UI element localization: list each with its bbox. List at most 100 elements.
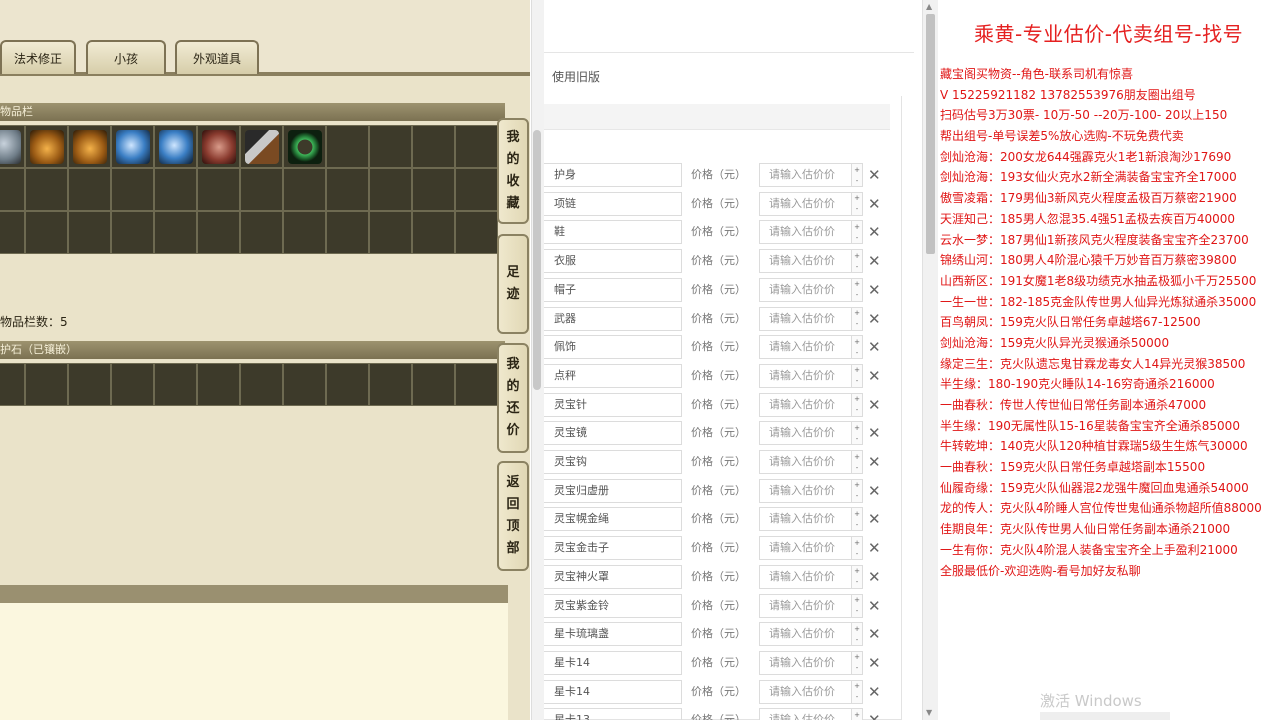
delete-icon[interactable]: ✕ [868,536,881,560]
amulet-slot[interactable] [240,363,283,406]
price-input[interactable]: 请输入估价价 [759,191,855,216]
price-stepper[interactable]: +- [851,478,863,503]
price-input[interactable]: 请输入估价价 [759,363,855,388]
stepper-down-icon[interactable]: - [856,205,859,213]
price-input[interactable]: 请输入估价价 [759,679,855,704]
inventory-slot[interactable] [455,211,498,254]
price-stepper[interactable]: +- [851,392,863,417]
form-scrollbar-thumb[interactable] [926,14,935,254]
inventory-slot[interactable] [240,168,283,211]
inventory-slot[interactable] [412,125,455,168]
stepper-down-icon[interactable]: - [856,578,859,586]
stepper-up-icon[interactable]: + [854,682,860,690]
inventory-slot[interactable] [283,211,326,254]
delete-icon[interactable]: ✕ [868,335,881,359]
price-stepper[interactable]: +- [851,622,863,647]
stepper-up-icon[interactable]: + [854,653,860,661]
back-to-top-button[interactable]: 返回顶部 [497,461,529,571]
stepper-up-icon[interactable]: + [854,567,860,575]
price-input[interactable]: 请输入估价价 [759,507,855,532]
orb-icon[interactable] [116,130,150,164]
delete-icon[interactable]: ✕ [868,192,881,216]
amulet-slot[interactable] [326,363,369,406]
lamp-icon[interactable] [30,130,64,164]
stepper-down-icon[interactable]: - [856,693,859,701]
price-stepper[interactable]: +- [851,335,863,360]
stepper-up-icon[interactable]: + [854,395,860,403]
lamp-icon[interactable] [73,130,107,164]
stepper-down-icon[interactable]: - [856,464,859,472]
stepper-down-icon[interactable]: - [856,607,859,615]
game-scrollbar-thumb[interactable] [533,130,541,390]
stepper-up-icon[interactable]: + [854,424,860,432]
stepper-up-icon[interactable]: + [854,711,860,719]
delete-icon[interactable]: ✕ [868,479,881,503]
scroll-up-icon[interactable]: ▲ [926,2,932,11]
price-input[interactable]: 请输入估价价 [759,450,855,474]
delete-icon[interactable]: ✕ [868,507,881,531]
stepper-up-icon[interactable]: + [854,338,860,346]
inventory-slot[interactable] [25,168,68,211]
inventory-slot[interactable] [111,168,154,211]
inventory-slot[interactable] [369,125,412,168]
price-input[interactable]: 请输入估价价 [759,593,855,618]
inventory-slot[interactable] [240,125,283,168]
delete-icon[interactable]: ✕ [868,565,881,589]
inventory-slot[interactable] [25,211,68,254]
stepper-down-icon[interactable]: - [856,550,859,558]
delete-icon[interactable]: ✕ [868,249,881,273]
inventory-slot[interactable] [197,211,240,254]
stepper-up-icon[interactable]: + [854,510,860,518]
stepper-down-icon[interactable]: - [856,492,859,500]
price-stepper[interactable]: +- [851,708,863,720]
stepper-down-icon[interactable]: - [856,377,859,385]
my-counteroffers-button[interactable]: 我的还价 [497,343,529,453]
price-stepper[interactable]: +- [851,363,863,388]
inventory-slot[interactable] [455,168,498,211]
amulet-slot[interactable] [283,363,326,406]
stepper-up-icon[interactable]: + [854,166,860,174]
amulet-slot[interactable] [0,363,25,406]
stepper-up-icon[interactable]: + [854,309,860,317]
price-input[interactable]: 请输入估价价 [759,392,855,417]
inventory-slot[interactable] [0,211,25,254]
delete-icon[interactable]: ✕ [868,450,881,474]
price-stepper[interactable]: +- [851,507,863,532]
inventory-slot[interactable] [0,168,25,211]
delete-icon[interactable]: ✕ [868,393,881,417]
stepper-down-icon[interactable]: - [856,320,859,328]
price-stepper[interactable]: +- [851,306,863,331]
price-input[interactable]: 请输入估价价 [759,622,855,647]
stepper-up-icon[interactable]: + [854,194,860,202]
inventory-slot[interactable] [68,168,111,211]
stepper-down-icon[interactable]: - [856,406,859,414]
price-stepper[interactable]: +- [851,593,863,618]
price-stepper[interactable]: +- [851,249,863,274]
stepper-up-icon[interactable]: + [854,539,860,547]
inventory-slot[interactable] [197,168,240,211]
stepper-down-icon[interactable]: - [856,435,859,443]
stepper-up-icon[interactable]: + [854,280,860,288]
inventory-slot[interactable] [283,168,326,211]
inventory-slot[interactable] [369,211,412,254]
price-input[interactable]: 请输入估价价 [759,536,855,561]
price-stepper[interactable]: +- [851,536,863,561]
amulet-slot[interactable] [369,363,412,406]
inventory-slot[interactable] [412,168,455,211]
delete-icon[interactable]: ✕ [868,651,881,675]
stepper-up-icon[interactable]: + [854,453,860,461]
inventory-slot[interactable] [111,125,154,168]
price-input[interactable]: 请输入估价价 [759,564,855,589]
stepper-down-icon[interactable]: - [856,521,859,529]
amulet-slot[interactable] [111,363,154,406]
amulet-slot[interactable] [25,363,68,406]
price-input[interactable]: 请输入估价价 [759,220,855,245]
stepper-down-icon[interactable]: - [856,349,859,357]
delete-icon[interactable]: ✕ [868,622,881,646]
price-stepper[interactable]: +- [851,450,863,474]
inventory-slot[interactable] [154,211,197,254]
price-stepper[interactable]: +- [851,163,863,187]
price-input[interactable]: 请输入估价价 [759,421,855,446]
orb-icon[interactable] [159,130,193,164]
delete-icon[interactable]: ✕ [868,594,881,618]
